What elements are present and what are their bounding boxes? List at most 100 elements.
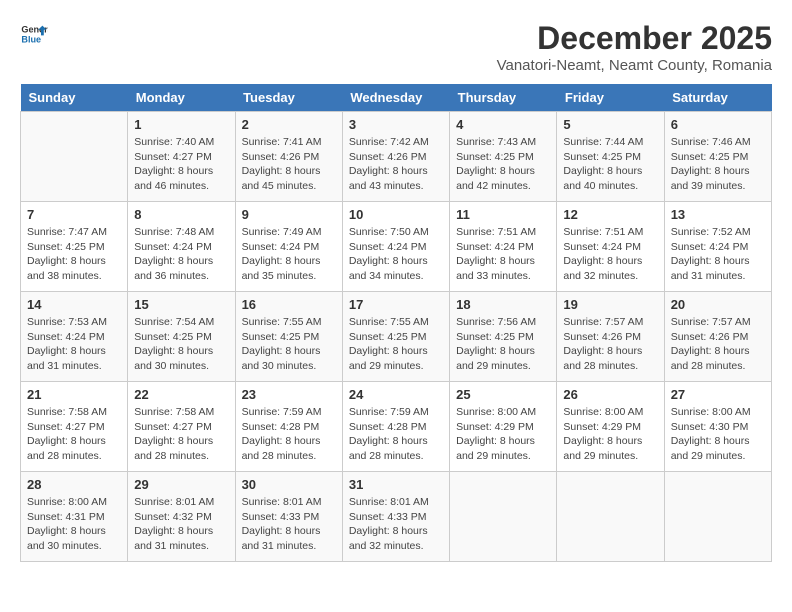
day-number: 9 — [242, 207, 336, 222]
day-number: 7 — [27, 207, 121, 222]
calendar-cell: 4 Sunrise: 7:43 AM Sunset: 4:25 PM Daylig… — [450, 112, 557, 202]
location-subtitle: Vanatori-Neamt, Neamt County, Romania — [497, 57, 772, 74]
calendar-cell: 24 Sunrise: 7:59 AM Sunset: 4:28 PM Dayli… — [342, 382, 449, 472]
month-title: December 2025 — [497, 20, 772, 57]
calendar-week-row: 21 Sunrise: 7:58 AM Sunset: 4:27 PM Dayli… — [21, 382, 772, 472]
calendar-cell: 1 Sunrise: 7:40 AM Sunset: 4:27 PM Daylig… — [128, 112, 235, 202]
day-info: Sunrise: 8:01 AM Sunset: 4:33 PM Dayligh… — [242, 495, 336, 554]
calendar-cell: 11 Sunrise: 7:51 AM Sunset: 4:24 PM Dayli… — [450, 202, 557, 292]
day-number: 29 — [134, 477, 228, 492]
day-number: 23 — [242, 387, 336, 402]
day-info: Sunrise: 7:57 AM Sunset: 4:26 PM Dayligh… — [563, 315, 657, 374]
calendar-cell: 30 Sunrise: 8:01 AM Sunset: 4:33 PM Dayli… — [235, 472, 342, 562]
calendar-cell: 6Sunrise: 7:46 AM Sunset: 4:25 PM Daylig… — [664, 112, 771, 202]
day-info: Sunrise: 8:00 AM Sunset: 4:31 PM Dayligh… — [27, 495, 121, 554]
calendar-cell: 31 Sunrise: 8:01 AM Sunset: 4:33 PM Dayli… — [342, 472, 449, 562]
day-number: 27 — [671, 387, 765, 402]
calendar-cell: 27 Sunrise: 8:00 AM Sunset: 4:30 PM Dayli… — [664, 382, 771, 472]
calendar-cell: 28 Sunrise: 8:00 AM Sunset: 4:31 PM Dayli… — [21, 472, 128, 562]
logo: General Blue — [20, 20, 48, 48]
day-info: Sunrise: 7:47 AM Sunset: 4:25 PM Dayligh… — [27, 225, 121, 284]
logo-icon: General Blue — [20, 20, 48, 48]
day-number: 20 — [671, 297, 765, 312]
calendar-cell — [664, 472, 771, 562]
day-number: 25 — [456, 387, 550, 402]
day-number: 3 — [349, 117, 443, 132]
day-number: 26 — [563, 387, 657, 402]
day-number: 18 — [456, 297, 550, 312]
day-number: 12 — [563, 207, 657, 222]
calendar-cell: 3 Sunrise: 7:42 AM Sunset: 4:26 PM Daylig… — [342, 112, 449, 202]
svg-text:Blue: Blue — [21, 34, 41, 44]
calendar-cell: 16Sunrise: 7:55 AM Sunset: 4:25 PM Dayli… — [235, 292, 342, 382]
calendar-cell: 14 Sunrise: 7:53 AM Sunset: 4:24 PM Dayli… — [21, 292, 128, 382]
day-number: 2 — [242, 117, 336, 132]
calendar-cell: 12 Sunrise: 7:51 AM Sunset: 4:24 PM Dayli… — [557, 202, 664, 292]
day-number: 4 — [456, 117, 550, 132]
day-of-week-header: Tuesday — [235, 84, 342, 112]
day-info: Sunrise: 7:53 AM Sunset: 4:24 PM Dayligh… — [27, 315, 121, 374]
day-info: Sunrise: 7:59 AM Sunset: 4:28 PM Dayligh… — [242, 405, 336, 464]
day-info: Sunrise: 7:52 AM Sunset: 4:24 PM Dayligh… — [671, 225, 765, 284]
day-number: 17 — [349, 297, 443, 312]
calendar-week-row: 7 Sunrise: 7:47 AM Sunset: 4:25 PM Daylig… — [21, 202, 772, 292]
day-info: Sunrise: 7:59 AM Sunset: 4:28 PM Dayligh… — [349, 405, 443, 464]
day-number: 22 — [134, 387, 228, 402]
calendar-cell: 7 Sunrise: 7:47 AM Sunset: 4:25 PM Daylig… — [21, 202, 128, 292]
calendar-cell: 13 Sunrise: 7:52 AM Sunset: 4:24 PM Dayli… — [664, 202, 771, 292]
day-info: Sunrise: 7:43 AM Sunset: 4:25 PM Dayligh… — [456, 135, 550, 194]
day-number: 1 — [134, 117, 228, 132]
day-number: 30 — [242, 477, 336, 492]
calendar-header-row: SundayMondayTuesdayWednesdayThursdayFrid… — [21, 84, 772, 112]
day-number: 10 — [349, 207, 443, 222]
day-info: Sunrise: 8:00 AM Sunset: 4:29 PM Dayligh… — [456, 405, 550, 464]
day-number: 13 — [671, 207, 765, 222]
day-of-week-header: Thursday — [450, 84, 557, 112]
calendar-week-row: 14 Sunrise: 7:53 AM Sunset: 4:24 PM Dayli… — [21, 292, 772, 382]
day-info: Sunrise: 7:58 AM Sunset: 4:27 PM Dayligh… — [134, 405, 228, 464]
day-number: 31 — [349, 477, 443, 492]
day-info: Sunrise: 7:51 AM Sunset: 4:24 PM Dayligh… — [563, 225, 657, 284]
day-info: Sunrise: 7:55 AM Sunset: 4:25 PM Dayligh… — [349, 315, 443, 374]
day-number: 5 — [563, 117, 657, 132]
day-of-week-header: Saturday — [664, 84, 771, 112]
day-info: Sunrise: 8:01 AM Sunset: 4:33 PM Dayligh… — [349, 495, 443, 554]
calendar-cell: 26 Sunrise: 8:00 AM Sunset: 4:29 PM Dayli… — [557, 382, 664, 472]
calendar-week-row: 1 Sunrise: 7:40 AM Sunset: 4:27 PM Daylig… — [21, 112, 772, 202]
title-area: December 2025 Vanatori-Neamt, Neamt Coun… — [497, 20, 772, 74]
calendar-cell — [21, 112, 128, 202]
day-info: Sunrise: 7:51 AM Sunset: 4:24 PM Dayligh… — [456, 225, 550, 284]
calendar-cell: 19Sunrise: 7:57 AM Sunset: 4:26 PM Dayli… — [557, 292, 664, 382]
day-info: Sunrise: 7:46 AM Sunset: 4:25 PM Dayligh… — [671, 135, 765, 194]
day-info: Sunrise: 7:55 AM Sunset: 4:25 PM Dayligh… — [242, 315, 336, 374]
day-number: 24 — [349, 387, 443, 402]
page-header: General Blue December 2025 Vanatori-Neam… — [20, 20, 772, 74]
day-info: Sunrise: 7:42 AM Sunset: 4:26 PM Dayligh… — [349, 135, 443, 194]
day-info: Sunrise: 7:58 AM Sunset: 4:27 PM Dayligh… — [27, 405, 121, 464]
day-info: Sunrise: 8:00 AM Sunset: 4:29 PM Dayligh… — [563, 405, 657, 464]
day-number: 15 — [134, 297, 228, 312]
calendar-cell: 2Sunrise: 7:41 AM Sunset: 4:26 PM Daylig… — [235, 112, 342, 202]
day-of-week-header: Sunday — [21, 84, 128, 112]
day-number: 14 — [27, 297, 121, 312]
calendar-cell: 21 Sunrise: 7:58 AM Sunset: 4:27 PM Dayli… — [21, 382, 128, 472]
calendar-cell: 17 Sunrise: 7:55 AM Sunset: 4:25 PM Dayli… — [342, 292, 449, 382]
calendar-cell: 9Sunrise: 7:49 AM Sunset: 4:24 PM Daylig… — [235, 202, 342, 292]
day-number: 28 — [27, 477, 121, 492]
day-info: Sunrise: 7:40 AM Sunset: 4:27 PM Dayligh… — [134, 135, 228, 194]
calendar-cell: 10Sunrise: 7:50 AM Sunset: 4:24 PM Dayli… — [342, 202, 449, 292]
day-number: 21 — [27, 387, 121, 402]
day-of-week-header: Friday — [557, 84, 664, 112]
day-number: 8 — [134, 207, 228, 222]
calendar-cell: 5 Sunrise: 7:44 AM Sunset: 4:25 PM Daylig… — [557, 112, 664, 202]
calendar-cell: 15Sunrise: 7:54 AM Sunset: 4:25 PM Dayli… — [128, 292, 235, 382]
day-info: Sunrise: 8:01 AM Sunset: 4:32 PM Dayligh… — [134, 495, 228, 554]
calendar-cell: 23 Sunrise: 7:59 AM Sunset: 4:28 PM Dayli… — [235, 382, 342, 472]
day-info: Sunrise: 7:44 AM Sunset: 4:25 PM Dayligh… — [563, 135, 657, 194]
day-info: Sunrise: 8:00 AM Sunset: 4:30 PM Dayligh… — [671, 405, 765, 464]
day-number: 11 — [456, 207, 550, 222]
calendar-cell: 22 Sunrise: 7:58 AM Sunset: 4:27 PM Dayli… — [128, 382, 235, 472]
calendar-cell: 25 Sunrise: 8:00 AM Sunset: 4:29 PM Dayli… — [450, 382, 557, 472]
day-info: Sunrise: 7:57 AM Sunset: 4:26 PM Dayligh… — [671, 315, 765, 374]
day-info: Sunrise: 7:56 AM Sunset: 4:25 PM Dayligh… — [456, 315, 550, 374]
